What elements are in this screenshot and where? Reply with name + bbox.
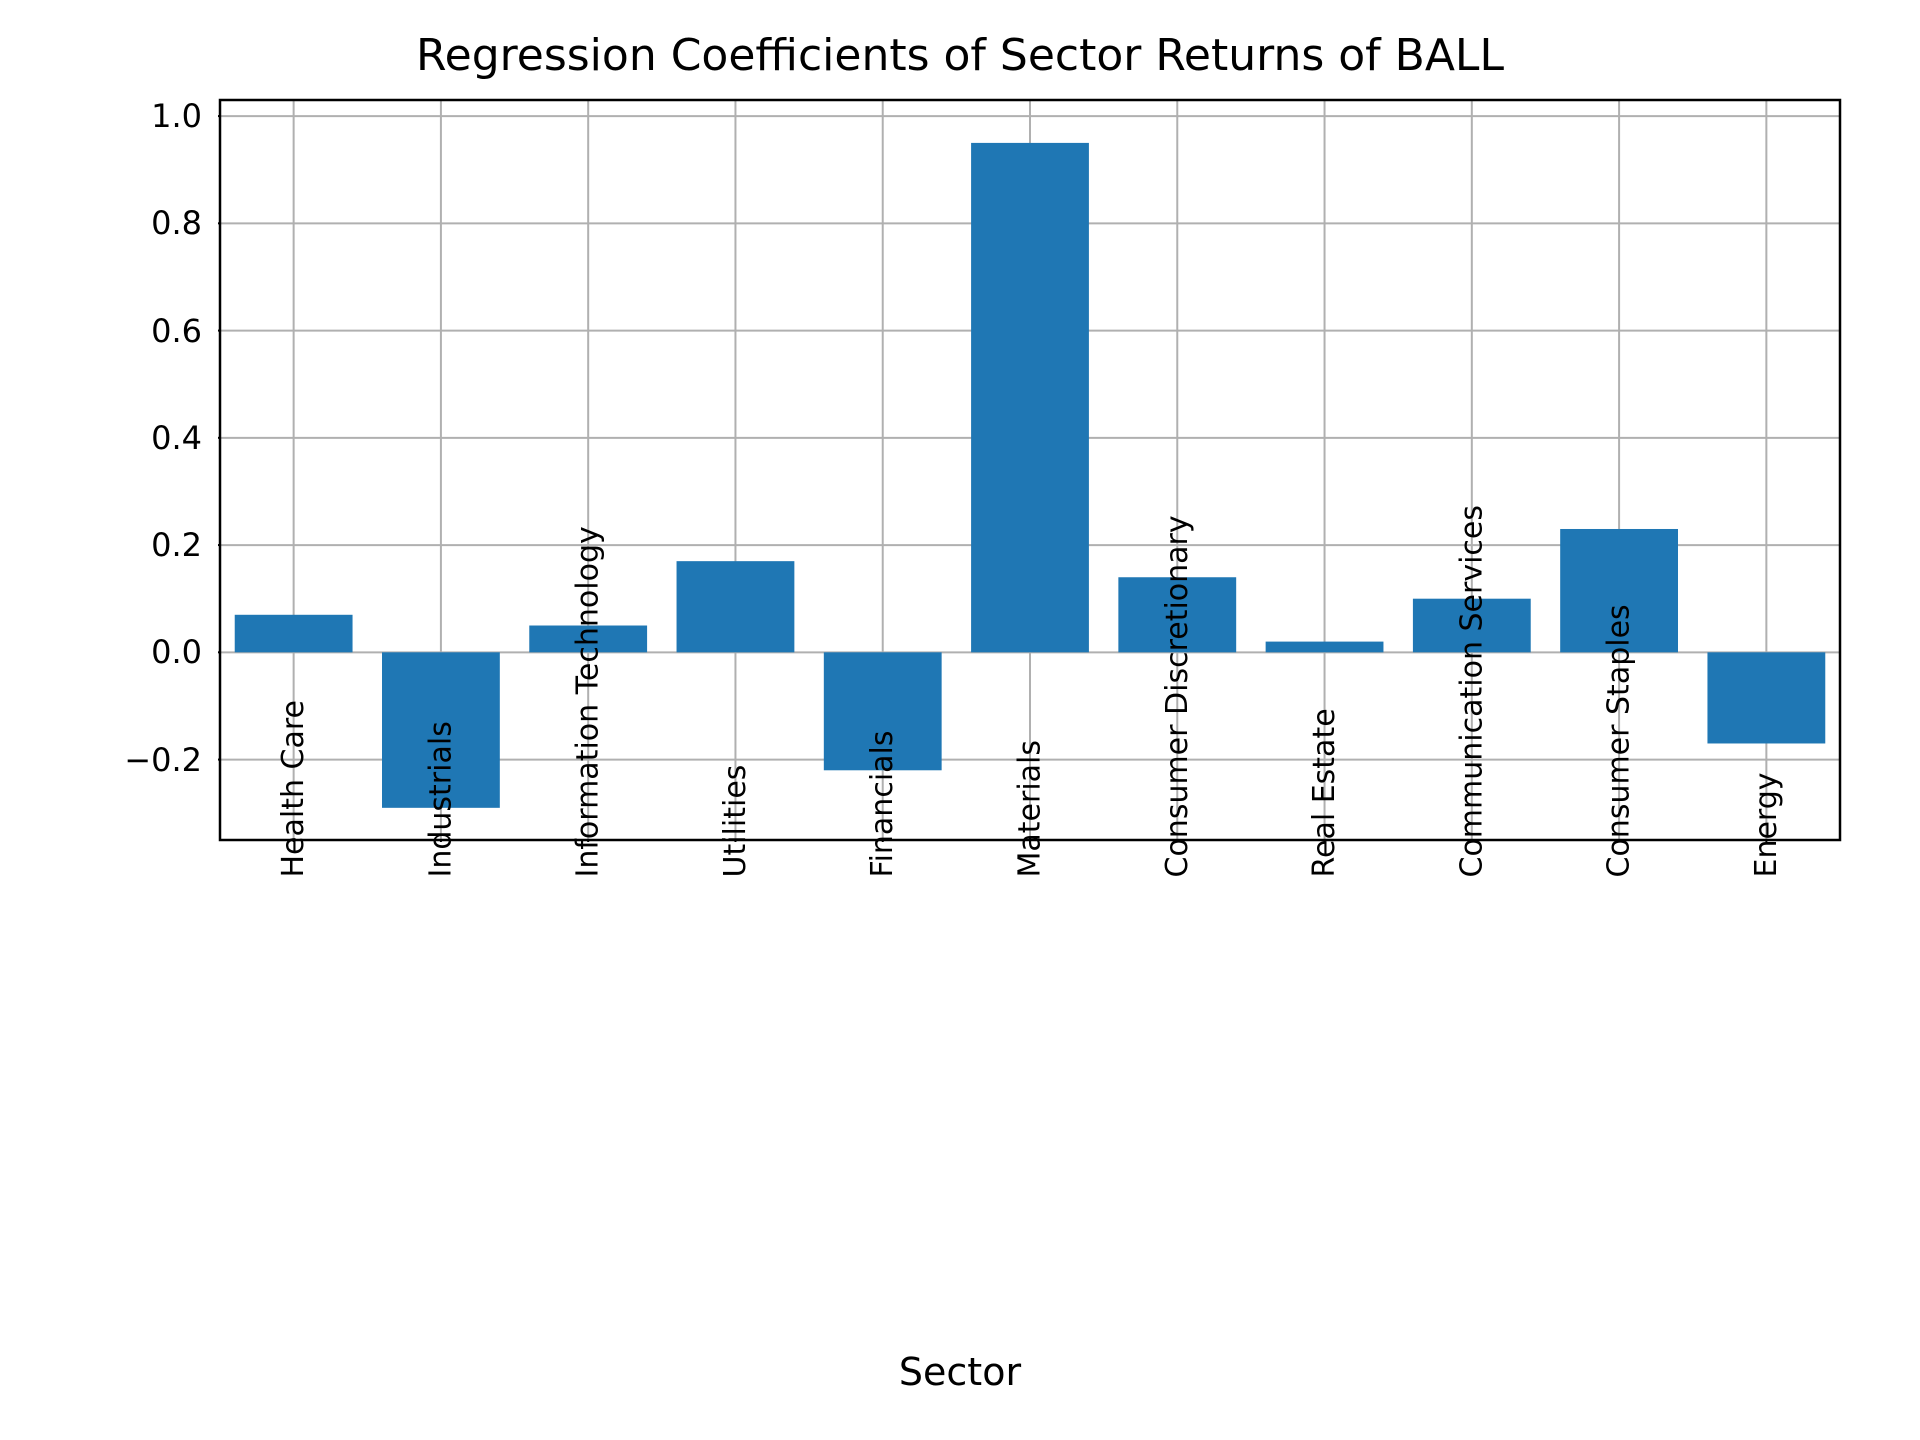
bar bbox=[235, 615, 353, 653]
bar bbox=[1266, 642, 1384, 653]
y-tick-label: 0.0 bbox=[151, 636, 202, 668]
y-tick-label: 1.0 bbox=[151, 100, 202, 132]
y-tick-label: −0.2 bbox=[124, 744, 202, 776]
bar bbox=[677, 561, 795, 652]
chart-container: Regression Coefficients of Sector Return… bbox=[0, 0, 1920, 1440]
bar bbox=[1707, 652, 1825, 743]
y-tick-label: 0.4 bbox=[151, 422, 202, 454]
y-tick-label: 0.2 bbox=[151, 529, 202, 561]
y-tick-label: 0.6 bbox=[151, 315, 202, 347]
chart-plot-area bbox=[218, 98, 1842, 842]
chart-title: Regression Coefficients of Sector Return… bbox=[0, 30, 1920, 81]
x-axis-label: Sector bbox=[0, 1350, 1920, 1394]
bar bbox=[971, 143, 1089, 652]
y-tick-label: 0.8 bbox=[151, 207, 202, 239]
